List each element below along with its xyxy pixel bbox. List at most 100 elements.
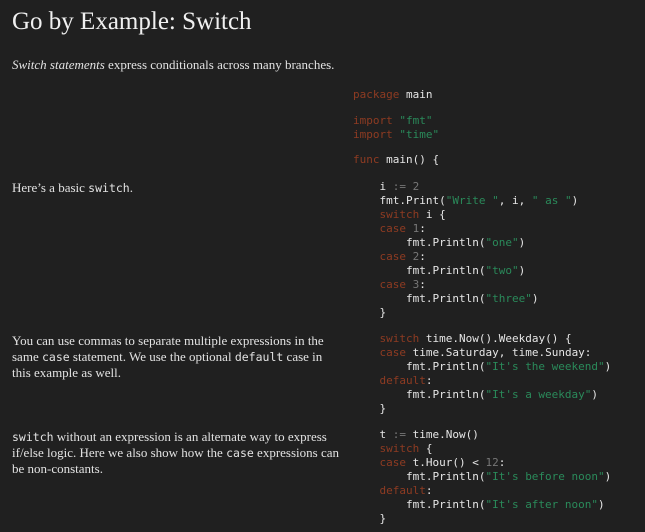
code-line: switch time.Now().Weekday() { — [353, 332, 611, 346]
code-line: case 3: — [353, 278, 578, 292]
code-token: ) — [571, 194, 579, 207]
keyword-token: case — [379, 456, 407, 469]
code-line: fmt.Println("It's a weekday") — [353, 388, 611, 402]
inline-code: default — [234, 350, 284, 364]
code-line: case 1: — [353, 222, 578, 236]
page-title: Go by Example: Switch — [12, 8, 252, 35]
number-token: 12 — [485, 456, 499, 469]
keyword-token: switch — [379, 332, 420, 345]
code-line: } — [353, 306, 578, 320]
code-line: func main() { — [353, 153, 439, 167]
intro-rest: express conditionals across many branche… — [104, 57, 335, 72]
code-token: fmt.Println( — [353, 360, 486, 373]
code-token: : — [425, 484, 433, 497]
code-token: main() { — [379, 153, 440, 166]
string-token: "It's a weekday" — [485, 388, 592, 401]
code-token: fmt.Println( — [353, 388, 486, 401]
keyword-token: package — [353, 88, 400, 101]
keyword-token: import — [353, 128, 393, 141]
string-token: "one" — [485, 236, 519, 249]
code-token: fmt.Println( — [353, 470, 486, 483]
code-token: fmt.Println( — [353, 498, 486, 511]
code-token: { — [419, 442, 433, 455]
section-doc: Here’s a basic switch. — [12, 180, 342, 196]
string-token: "three" — [485, 292, 532, 305]
code-line: fmt.Println("It's before noon") — [353, 470, 611, 484]
code-token: i — [353, 180, 393, 193]
keyword-token: func — [353, 153, 380, 166]
keyword-token: switch — [379, 442, 420, 455]
inline-code: switch — [88, 181, 130, 195]
code-token: time.Now() — [406, 428, 479, 441]
code-token: } — [353, 402, 387, 415]
code-token: fmt.Print( — [353, 194, 446, 207]
intro-emphasis: Switch statements — [12, 57, 105, 72]
inline-code: case — [226, 446, 254, 460]
keyword-token: switch — [379, 208, 420, 221]
code-token: main — [399, 88, 433, 101]
operator-token: := — [392, 180, 406, 193]
code-token: ) — [591, 388, 599, 401]
code-token: : — [419, 278, 426, 291]
code-line: case time.Saturday, time.Sunday: — [353, 346, 611, 360]
code-token: ) — [531, 292, 539, 305]
code-token: time.Now().Weekday() { — [419, 332, 572, 345]
code-token: ) — [518, 264, 526, 277]
code-line: switch i { — [353, 208, 578, 222]
code-token: : — [498, 456, 506, 469]
code-token: ) — [518, 236, 526, 249]
code-line: default: — [353, 484, 611, 498]
code-token: : — [425, 374, 433, 387]
code-line: import "time" — [353, 128, 439, 142]
code-line: t := time.Now() — [353, 428, 611, 442]
code-line: fmt.Println("three") — [353, 292, 578, 306]
code-line: fmt.Print("Write ", i, " as ") — [353, 194, 578, 208]
inline-code: case — [41, 350, 70, 364]
code-block-package: package main — [353, 88, 432, 102]
keyword-token: case — [379, 250, 407, 263]
code-block-time-switch: t := time.Now() switch { case t.Hour() <… — [353, 428, 611, 526]
code-token: fmt.Println( — [353, 292, 486, 305]
code-block-imports: import "fmt" import "time" — [353, 114, 439, 142]
code-token: : — [419, 250, 426, 263]
code-token: fmt.Println( — [353, 236, 486, 249]
doc-text: Here’s a basic — [12, 180, 89, 195]
code-line: switch { — [353, 442, 611, 456]
keyword-token: import — [353, 114, 393, 127]
code-token: ) — [604, 360, 612, 373]
section-doc: You can use commas to separate multiple … — [12, 333, 342, 381]
code-token: t — [353, 428, 393, 441]
code-line: fmt.Println("It's the weekend") — [353, 360, 611, 374]
string-token: "fmt" — [399, 114, 433, 127]
code-token: } — [353, 306, 387, 319]
code-token: i { — [419, 208, 446, 221]
code-line: fmt.Println("two") — [353, 264, 578, 278]
code-token: , i, — [498, 194, 532, 207]
section-doc: switch without an expression is an alter… — [12, 429, 342, 477]
code-block-func: func main() { — [353, 153, 439, 167]
code-token: ) — [598, 498, 605, 511]
code-line: } — [353, 512, 611, 526]
code-line: i := 2 — [353, 180, 578, 194]
code-block-weekday-switch: switch time.Now().Weekday() { case time.… — [353, 332, 611, 416]
code-line: package main — [353, 88, 432, 102]
code-line: } — [353, 402, 611, 416]
keyword-token: case — [379, 346, 407, 359]
code-token: ) — [604, 470, 612, 483]
code-token: t.Hour() < — [406, 456, 486, 469]
doc-text: statement. We use the optional — [69, 349, 235, 364]
code-token: : — [419, 222, 426, 235]
code-line: case 2: — [353, 250, 578, 264]
string-token: "It's before noon" — [485, 470, 605, 483]
